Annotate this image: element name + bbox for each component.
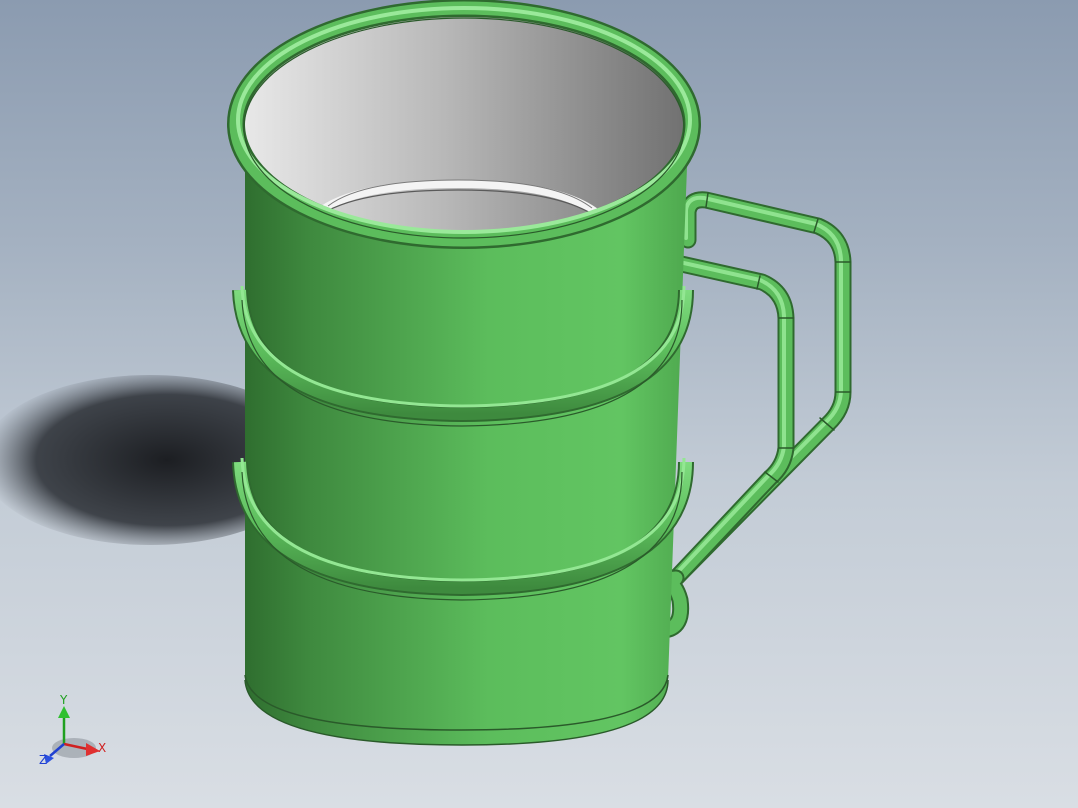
mug-model[interactable]: [0, 0, 1078, 808]
x-axis-label: X: [98, 741, 106, 755]
z-axis-label: Z: [39, 753, 47, 767]
coordinate-triad: Y X Z: [39, 693, 106, 767]
y-axis-arrow: Y: [58, 693, 70, 744]
3d-viewport[interactable]: Y X Z: [0, 0, 1078, 808]
y-axis-label: Y: [59, 693, 68, 707]
